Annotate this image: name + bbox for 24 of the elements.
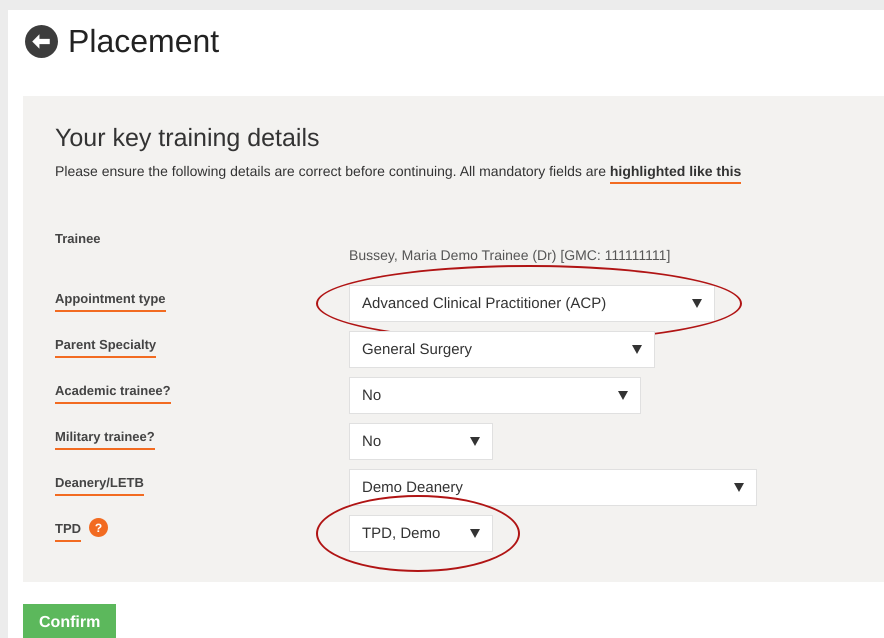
field-label: TPD <box>55 521 81 542</box>
field-label: Military trainee? <box>55 429 155 450</box>
intro-text: Please ensure the following details are correct before continuing. All mandatory fields are highlighted like this <box>55 163 742 185</box>
field-label: Academic trainee? <box>55 383 171 404</box>
caret-icon <box>618 391 628 400</box>
field-value: Bussey, Maria Demo Trainee (Dr) [GMC: 111111111] <box>349 246 672 263</box>
caret-icon <box>632 345 642 354</box>
caret-icon <box>470 529 480 538</box>
dropdown[interactable]: No <box>349 423 493 460</box>
caret-icon <box>734 483 744 492</box>
caret-icon <box>692 299 702 308</box>
section-heading: Your key training details <box>55 124 321 153</box>
field-label: Appointment type <box>55 291 166 312</box>
field-label: Deanery/LETB <box>55 475 144 496</box>
dropdown[interactable]: Demo Deanery <box>349 469 757 506</box>
field-label: Parent Specialty <box>55 337 156 358</box>
dropdown[interactable]: General Surgery <box>349 331 655 368</box>
caret-icon <box>470 437 480 446</box>
field-label: Trainee <box>55 231 101 248</box>
page-title: Placement <box>68 22 220 60</box>
back-icon[interactable] <box>25 24 58 58</box>
dropdown[interactable]: No <box>349 377 641 414</box>
dropdown[interactable]: TPD, Demo <box>349 515 493 552</box>
dropdown[interactable]: Advanced Clinical Practitioner (ACP) <box>349 285 715 322</box>
